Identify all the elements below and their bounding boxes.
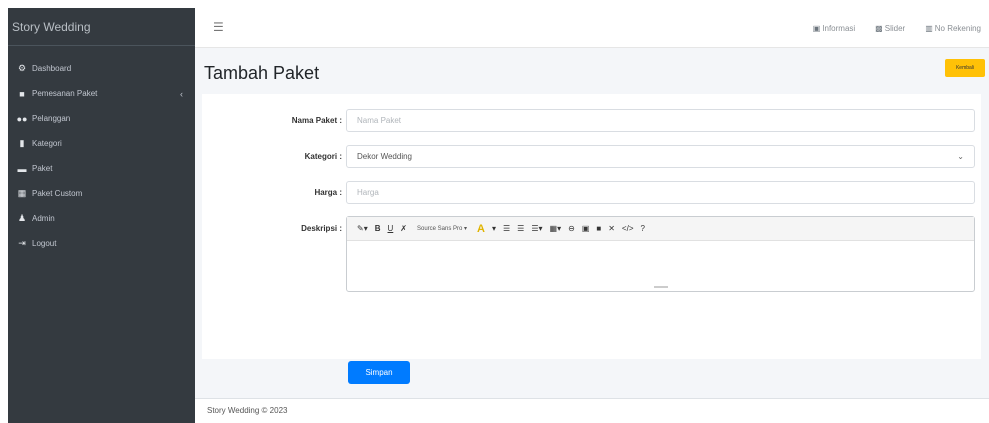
nav-link-label: Informasi	[822, 23, 856, 33]
bold-icon[interactable]: B	[375, 224, 381, 233]
nav-link-informasi[interactable]: ▣ Informasi	[813, 24, 855, 33]
kategori-row: Kategori : Dekor Wedding ⌄	[202, 145, 975, 168]
nama-paket-label: Nama Paket :	[291, 116, 342, 125]
sidebar-item-pemesanan-paket[interactable]: ■ Pemesanan Paket ‹	[8, 81, 195, 106]
chevron-left-icon: ‹	[180, 88, 183, 99]
fullscreen-icon[interactable]: ✕	[608, 224, 615, 233]
sidebar-item-label: Paket Custom	[32, 189, 83, 198]
underline-icon[interactable]: U	[388, 224, 394, 233]
nav-link-label: No Rekening	[934, 23, 981, 33]
sidebar-item-logout[interactable]: ⇥ Logout	[8, 231, 195, 256]
inbox-icon: ▬	[17, 163, 27, 174]
kategori-selected-value: Dekor Wedding	[357, 152, 412, 161]
dashboard-icon: ⚙	[17, 63, 27, 73]
ordered-list-icon[interactable]: ☰	[517, 224, 524, 233]
deskripsi-editor: ✎▾ B U ✗ Source Sans Pro ▾ A ▾ ☰ ☰ ☰▾ ▦▾…	[346, 216, 975, 292]
file-icon: ▮	[19, 138, 25, 148]
chevron-down-icon: ⌄	[957, 152, 964, 161]
sidebar-nav: ⚙ Dashboard ■ Pemesanan Paket ‹ ●● Pelanggan…	[8, 46, 195, 256]
picture-icon[interactable]: ▣	[582, 224, 590, 233]
sidebar-item-admin[interactable]: ♟ Admin	[8, 206, 195, 231]
nama-paket-input[interactable]: Nama Paket	[346, 109, 975, 132]
table-icon: ▦	[17, 188, 27, 198]
save-button[interactable]: Simpan	[348, 361, 410, 384]
sidebar-item-pelanggan[interactable]: ●● Pelanggan	[8, 106, 195, 131]
editor-toolbar: ✎▾ B U ✗ Source Sans Pro ▾ A ▾ ☰ ☰ ☰▾ ▦▾…	[347, 217, 974, 241]
eraser-icon[interactable]: ✗	[400, 224, 407, 233]
brand-title[interactable]: Story Wedding	[8, 8, 195, 46]
help-icon[interactable]: ?	[641, 224, 645, 233]
sidebar-item-label: Logout	[32, 239, 57, 248]
sidebar-item-label: Admin	[32, 214, 55, 223]
deskripsi-row: Deskripsi : ✎▾ B U ✗ Source Sans Pro ▾ A…	[202, 216, 975, 292]
sidebar-item-label: Pemesanan Paket	[32, 89, 98, 98]
magic-style-icon[interactable]: ✎▾	[357, 224, 368, 233]
top-navbar: ☰ ▣ Informasi ▩ Slider ▥ No Rekening	[195, 8, 989, 48]
kategori-select[interactable]: Dekor Wedding ⌄	[346, 145, 975, 168]
users-icon: ●●	[16, 113, 28, 124]
sidebar: Story Wedding ⚙ Dashboard ■ Pemesanan Pake…	[8, 8, 195, 423]
content-wrapper: Tambah Paket Kembali Nama Paket : Nama P…	[195, 48, 989, 398]
hamburger-menu-icon[interactable]: ☰	[213, 20, 224, 34]
font-family-dropdown[interactable]: Source Sans Pro ▾	[417, 225, 467, 232]
nav-link-no-rekening[interactable]: ▥ No Rekening	[925, 24, 981, 33]
link-icon[interactable]: ⊖	[568, 224, 575, 233]
unordered-list-icon[interactable]: ☰	[503, 224, 510, 233]
deskripsi-label: Deskripsi :	[301, 224, 342, 233]
cart-icon: ■	[19, 88, 25, 99]
sidebar-item-label: Dashboard	[32, 64, 72, 73]
sidebar-item-dashboard[interactable]: ⚙ Dashboard	[8, 56, 195, 81]
nav-link-label: Slider	[884, 23, 906, 33]
page-title: Tambah Paket	[204, 63, 320, 83]
bank-icon: ▥	[925, 23, 933, 33]
image-icon: ▩	[875, 23, 883, 33]
sidebar-item-label: Paket	[32, 164, 53, 173]
color-dropdown-icon[interactable]: ▾	[492, 224, 496, 233]
top-nav-links: ▣ Informasi ▩ Slider ▥ No Rekening	[813, 8, 981, 48]
sidebar-item-label: Pelanggan	[32, 114, 71, 123]
table-insert-icon[interactable]: ▦▾	[550, 224, 562, 233]
user-icon: ♟	[17, 213, 27, 223]
footer-text: Story Wedding © 2023	[207, 406, 288, 415]
form-card: Nama Paket : Nama Paket Kategori : Dekor…	[202, 94, 981, 384]
editor-text-area[interactable]	[347, 241, 974, 291]
sidebar-item-paket[interactable]: ▬ Paket	[8, 156, 195, 181]
text-color-icon[interactable]: A	[477, 223, 485, 235]
sidebar-item-paket-custom[interactable]: ▦ Paket Custom	[8, 181, 195, 206]
nama-paket-row: Nama Paket : Nama Paket	[202, 109, 975, 132]
kategori-label: Kategori :	[304, 152, 342, 161]
video-icon[interactable]: ■	[596, 224, 601, 233]
sidebar-item-label: Kategori	[32, 139, 62, 148]
code-view-icon[interactable]: </>	[622, 224, 634, 233]
info-icon: ▣	[812, 23, 821, 33]
back-button[interactable]: Kembali	[945, 59, 985, 77]
paragraph-align-icon[interactable]: ☰▾	[531, 224, 542, 233]
nav-link-slider[interactable]: ▩ Slider	[875, 24, 905, 33]
footer: Story Wedding © 2023	[195, 398, 989, 423]
logout-icon: ⇥	[18, 238, 26, 248]
harga-input[interactable]: Harga	[346, 181, 975, 204]
sidebar-item-kategori[interactable]: ▮ Kategori	[8, 131, 195, 156]
harga-label: Harga :	[314, 188, 342, 197]
font-family-label: Source Sans Pro	[416, 226, 463, 232]
harga-row: Harga : Harga	[202, 181, 975, 204]
resize-handle-icon[interactable]	[653, 286, 668, 288]
